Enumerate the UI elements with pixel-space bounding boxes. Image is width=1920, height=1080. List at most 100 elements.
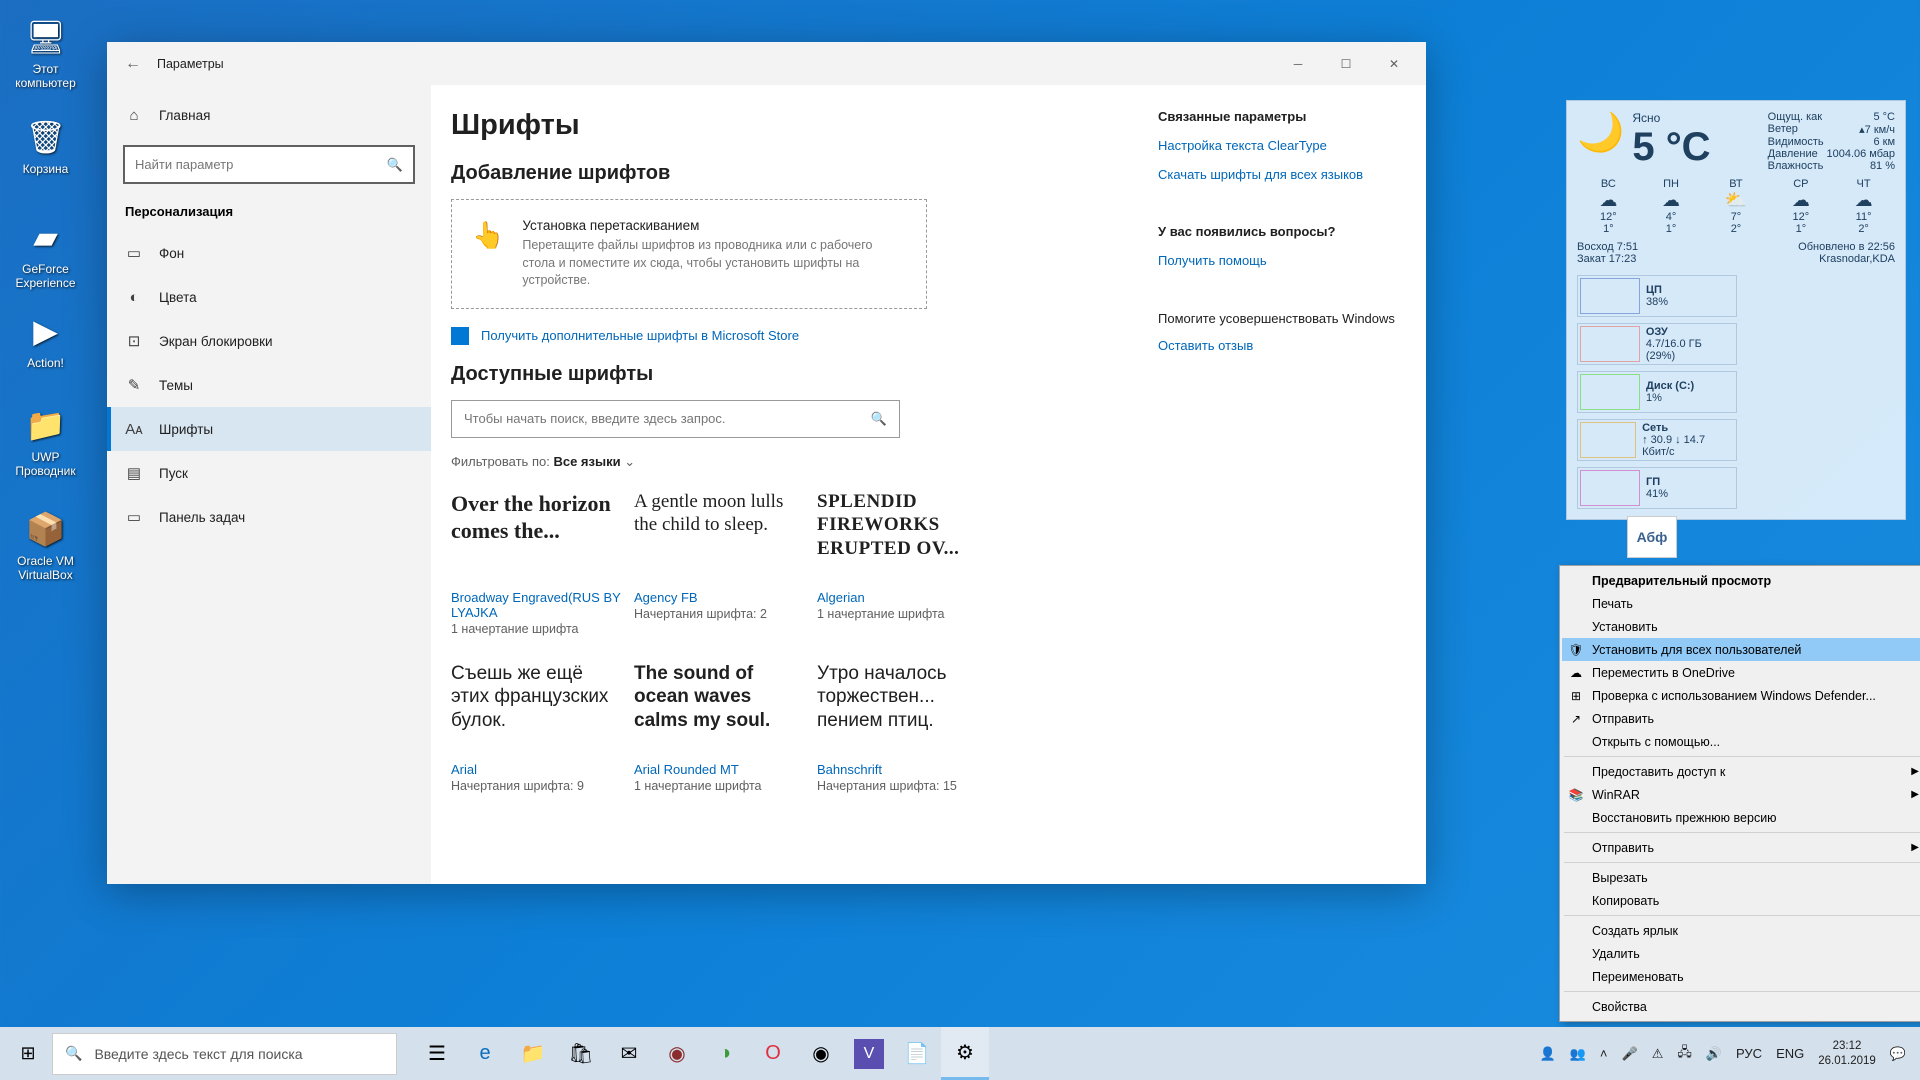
font-meta: 1 начертание шрифта (451, 622, 626, 636)
desktop-icon-0[interactable]: 🖥Этот компьютер (8, 18, 83, 90)
context-menu-item[interactable]: Переименовать (1562, 965, 1920, 988)
font-name: Agency FB (634, 590, 809, 605)
sidebar-item-4[interactable]: AᴀШрифты (107, 407, 431, 451)
tray-network-icon[interactable]: 🖧 (1677, 1043, 1692, 1065)
context-menu-item[interactable]: Предоставить доступ к▶ (1562, 760, 1920, 783)
context-menu-item[interactable]: Предварительный просмотр (1562, 569, 1920, 592)
taskbar-opera[interactable]: O (749, 1027, 797, 1080)
taskbar-store[interactable]: 🛍 (557, 1027, 605, 1080)
sidebar-icon: ▤ (125, 464, 143, 482)
tray-clock[interactable]: 23:1226.01.2019 (1818, 1039, 1876, 1069)
context-menu-item[interactable]: Печать (1562, 592, 1920, 615)
cleartype-link[interactable]: Настройка текста ClearType (1158, 138, 1398, 153)
forecast-day: ВС☁12°1° (1599, 178, 1617, 235)
maximize-button[interactable]: ☐ (1322, 42, 1370, 85)
font-file-icon[interactable]: Абф (1617, 516, 1687, 558)
taskbar-settings[interactable]: ⚙ (941, 1027, 989, 1080)
tray-lang2[interactable]: ENG (1776, 1046, 1804, 1061)
context-menu-item[interactable]: Открыть с помощью... (1562, 730, 1920, 753)
filter-row[interactable]: Фильтровать по: Все языки ⌄ (451, 454, 1118, 470)
sidebar-section-label: Персонализация (107, 196, 431, 231)
taskbar-notepad[interactable]: 📄 (893, 1027, 941, 1080)
filter-label: Фильтровать по: (451, 454, 550, 469)
font-search-input[interactable]: Чтобы начать поиск, введите здесь запрос… (451, 400, 900, 438)
font-name: Bahnschrift (817, 762, 992, 777)
context-menu-item[interactable]: ↗Отправить (1562, 707, 1920, 730)
settings-search-input[interactable]: Найти параметр 🔍 (123, 145, 415, 184)
font-card-0[interactable]: Over the horizon comes the... Broadway E… (451, 490, 626, 636)
tray-warning-icon[interactable]: ⚠ (1652, 1046, 1664, 1062)
menu-item-label: Вырезать (1592, 871, 1648, 885)
taskbar-app1[interactable]: ◉ (653, 1027, 701, 1080)
font-preview: SPLENDID FIREWORKS ERUPTED OV... (817, 490, 992, 582)
system-stat-ОЗУ: ОЗУ4.7/16.0 ГБ (29%) (1577, 323, 1737, 365)
taskbar-search[interactable]: 🔍 Введите здесь текст для поиска (52, 1033, 397, 1075)
context-menu-item[interactable]: 🛡Установить для всех пользователей (1562, 638, 1920, 661)
sidebar-item-2[interactable]: ⊡Экран блокировки (107, 319, 431, 363)
settings-sidebar: ⌂Главная Найти параметр 🔍 Персонализация… (107, 85, 431, 884)
font-drop-zone[interactable]: 👆 Установка перетаскиванием Перетащите ф… (451, 199, 927, 309)
font-name: Arial (451, 762, 626, 777)
tray-notifications-icon[interactable]: 💬 (1890, 1046, 1906, 1062)
font-card-5[interactable]: Утро началось торжествен... пением птиц.… (817, 662, 992, 793)
tray-volume-icon[interactable]: 🔊 (1706, 1046, 1722, 1062)
font-card-2[interactable]: SPLENDID FIREWORKS ERUPTED OV... Algeria… (817, 490, 992, 636)
feedback-link[interactable]: Оставить отзыв (1158, 338, 1398, 353)
taskbar-explorer[interactable]: 📁 (509, 1027, 557, 1080)
context-menu-item[interactable]: ☁Переместить в OneDrive (1562, 661, 1920, 684)
menu-item-label: WinRAR (1592, 788, 1640, 802)
font-card-1[interactable]: A gentle moon lulls the child to sleep. … (634, 490, 809, 636)
download-fonts-link[interactable]: Скачать шрифты для всех языков (1158, 167, 1398, 182)
context-menu-item[interactable]: 📚WinRAR▶ (1562, 783, 1920, 806)
search-icon: 🔍 (387, 157, 403, 173)
menu-item-icon: ↗ (1568, 711, 1584, 727)
font-card-4[interactable]: The sound of ocean waves calms my soul. … (634, 662, 809, 793)
task-view-button[interactable]: ☰ (413, 1027, 461, 1080)
tray-lang1[interactable]: РУС (1736, 1046, 1762, 1061)
taskbar-edge[interactable]: e (461, 1027, 509, 1080)
search-icon: 🔍 (871, 411, 887, 427)
font-preview: Съешь же ещё этих французских булок. (451, 662, 626, 754)
sidebar-item-3[interactable]: ✎Темы (107, 363, 431, 407)
context-menu-item[interactable]: Удалить (1562, 942, 1920, 965)
context-menu-item[interactable]: Восстановить прежнюю версию (1562, 806, 1920, 829)
close-button[interactable]: ✕ (1370, 42, 1418, 85)
desktop-icon-2[interactable]: ▰GeForce Experience (8, 218, 83, 290)
tray-user-icon[interactable]: 👤 (1540, 1046, 1556, 1062)
context-menu-item[interactable]: Отправить▶ (1562, 836, 1920, 859)
desktop-icon-5[interactable]: 📦Oracle VM VirtualBox (8, 510, 83, 582)
tray-people-icon[interactable]: 👥 (1570, 1046, 1586, 1062)
drag-icon: 👆 (472, 220, 504, 251)
sidebar-item-5[interactable]: ▤Пуск (107, 451, 431, 495)
context-menu-item[interactable]: Создать ярлык (1562, 919, 1920, 942)
tray-chevron-up-icon[interactable]: ˄ (1600, 1046, 1608, 1061)
search-icon: 🔍 (65, 1045, 82, 1062)
context-menu-item[interactable]: Свойства (1562, 995, 1920, 1018)
taskbar-app2[interactable]: ◑ (701, 1027, 749, 1080)
sidebar-item-0[interactable]: ▭Фон (107, 231, 431, 275)
desktop-icon-3[interactable]: ▶Action! (8, 312, 83, 370)
desktop-icon-4[interactable]: 📁UWP Проводник (8, 406, 83, 478)
context-menu-item[interactable]: Установить (1562, 615, 1920, 638)
taskbar-chrome[interactable]: ◉ (797, 1027, 845, 1080)
context-menu-item[interactable]: ⊞Проверка с использованием Windows Defen… (1562, 684, 1920, 707)
font-preview: A gentle moon lulls the child to sleep. (634, 490, 809, 582)
sidebar-item-1[interactable]: ◐Цвета (107, 275, 431, 319)
help-link[interactable]: Получить помощь (1158, 253, 1398, 268)
sidebar-home[interactable]: ⌂Главная (107, 93, 431, 137)
menu-item-label: Предварительный просмотр (1592, 574, 1771, 588)
font-card-3[interactable]: Съешь же ещё этих французских булок. Ari… (451, 662, 626, 793)
taskbar-vs[interactable]: V (854, 1039, 884, 1069)
sidebar-item-6[interactable]: ▭Панель задач (107, 495, 431, 539)
tray-mic-icon[interactable]: 🎤 (1622, 1046, 1638, 1062)
desktop-icon-1[interactable]: 🗑Корзина (8, 118, 83, 176)
font-name: Arial Rounded MT (634, 762, 809, 777)
context-menu-item[interactable]: Вырезать (1562, 866, 1920, 889)
start-button[interactable]: ⊞ (4, 1027, 52, 1080)
store-link[interactable]: Получить дополнительные шрифты в Microso… (451, 327, 1118, 345)
minimize-button[interactable]: ─ (1274, 42, 1322, 85)
submenu-arrow-icon: ▶ (1911, 789, 1919, 800)
taskbar-mail[interactable]: ✉ (605, 1027, 653, 1080)
context-menu-item[interactable]: Копировать (1562, 889, 1920, 912)
back-button[interactable]: ← (115, 55, 151, 73)
